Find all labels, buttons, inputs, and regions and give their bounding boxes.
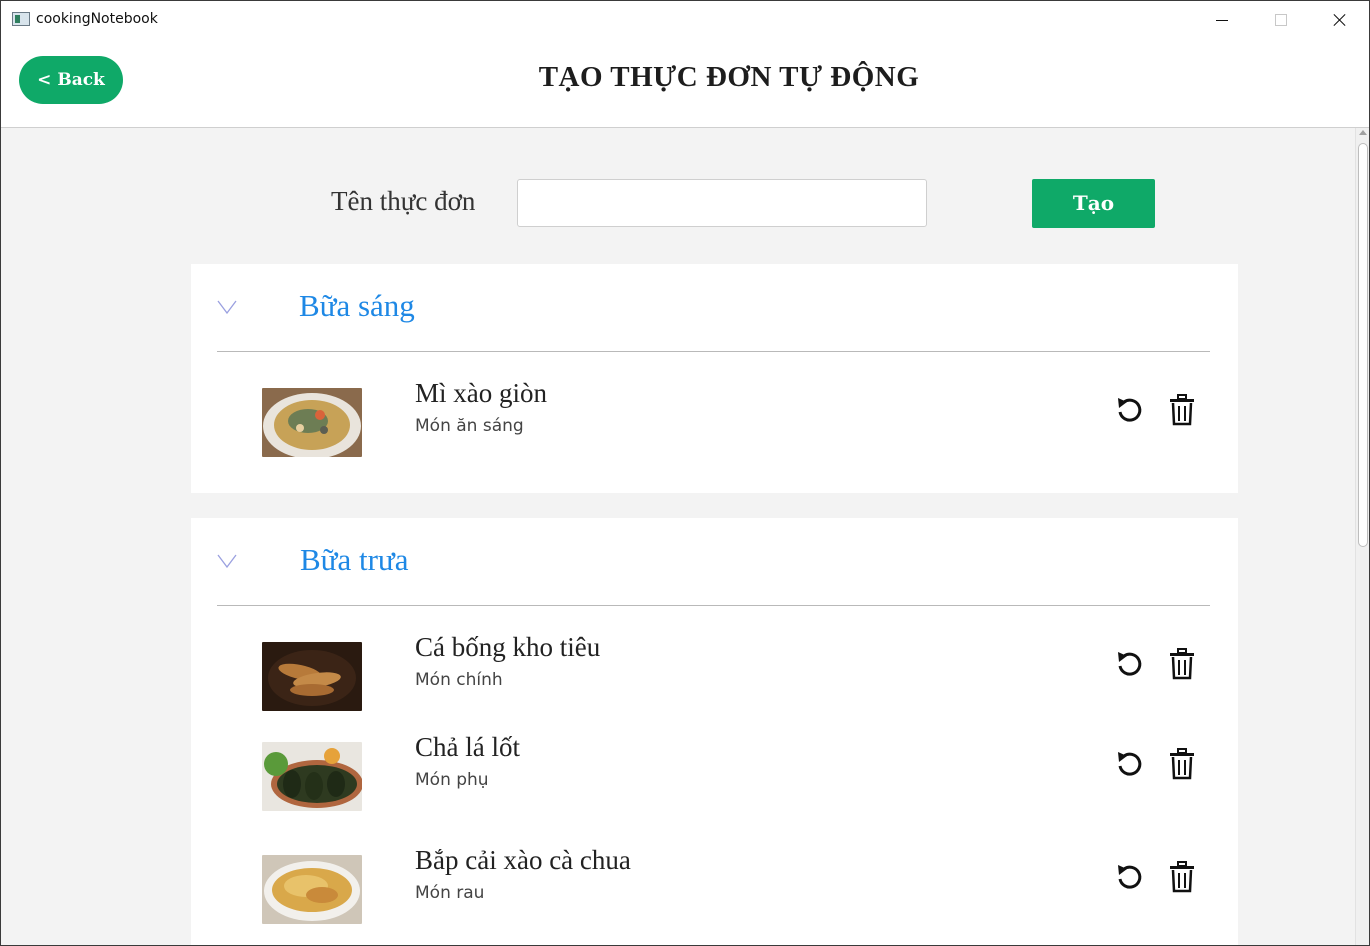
refresh-icon[interactable] [1115, 750, 1143, 778]
window-title: cookingNotebook [36, 11, 158, 27]
chevron-down-icon[interactable] [217, 554, 237, 568]
close-button[interactable] [1310, 1, 1368, 39]
meal-card-lunch: Bữa trưa Cá bống kho tiêu Món chính Chả … [191, 518, 1238, 945]
dish-type: Món chính [415, 670, 503, 690]
scroll-up-arrow-icon[interactable] [1359, 130, 1367, 135]
page-header: < Back TẠO THỰC ĐƠN TỰ ĐỘNG [1, 39, 1369, 128]
app-window: cookingNotebook < Back TẠO THỰC ĐƠN TỰ Đ… [0, 0, 1370, 946]
maximize-button[interactable] [1252, 1, 1310, 39]
dish-type: Món ăn sáng [415, 416, 524, 436]
create-button[interactable]: Tạo [1032, 179, 1155, 228]
meal-title: Bữa trưa [300, 542, 409, 577]
chevron-down-icon[interactable] [217, 300, 237, 314]
fried-noodle-photo [262, 388, 362, 457]
meal-title: Bữa sáng [299, 288, 415, 323]
refresh-icon[interactable] [1115, 863, 1143, 891]
vertical-scrollbar[interactable] [1355, 128, 1369, 945]
trash-icon[interactable] [1169, 394, 1195, 426]
betel-leaf-rolls-photo [262, 742, 362, 811]
meal-card-breakfast: Bữa sáng Mì xào giòn Món ăn sáng [191, 264, 1238, 493]
dish-row: Cá bống kho tiêu Món chính [191, 606, 1238, 719]
minimize-button[interactable] [1194, 1, 1252, 39]
cabbage-tomato-photo [262, 855, 362, 924]
trash-icon[interactable] [1169, 648, 1195, 680]
dish-name: Chả lá lốt [415, 732, 520, 762]
page-title: TẠO THỰC ĐƠN TỰ ĐỘNG [538, 61, 920, 93]
menu-name-input[interactable] [517, 179, 927, 227]
trash-icon[interactable] [1169, 861, 1195, 893]
app-icon [12, 12, 30, 26]
meal-header[interactable]: Bữa trưa [217, 518, 1210, 606]
dish-row: Chả lá lốt Món phụ [191, 719, 1238, 832]
title-bar: cookingNotebook [1, 1, 1369, 39]
refresh-icon[interactable] [1115, 650, 1143, 678]
refresh-icon[interactable] [1115, 396, 1143, 424]
menu-name-label: Tên thực đơn [331, 186, 476, 216]
dish-type: Món phụ [415, 770, 489, 790]
dish-row: Bắp cải xào cà chua Món rau [191, 832, 1238, 945]
dish-name: Bắp cải xào cà chua [415, 845, 631, 875]
main-content[interactable]: Tên thực đơn Tạo Bữa sáng Mì xào giòn Mó… [1, 128, 1355, 945]
dish-row: Mì xào giòn Món ăn sáng [191, 352, 1238, 465]
braised-fish-photo [262, 642, 362, 711]
dish-type: Món rau [415, 883, 485, 903]
dish-name: Cá bống kho tiêu [415, 632, 601, 662]
meal-header[interactable]: Bữa sáng [217, 264, 1210, 352]
trash-icon[interactable] [1169, 748, 1195, 780]
scroll-thumb[interactable] [1358, 143, 1368, 547]
dish-name: Mì xào giòn [415, 378, 547, 408]
